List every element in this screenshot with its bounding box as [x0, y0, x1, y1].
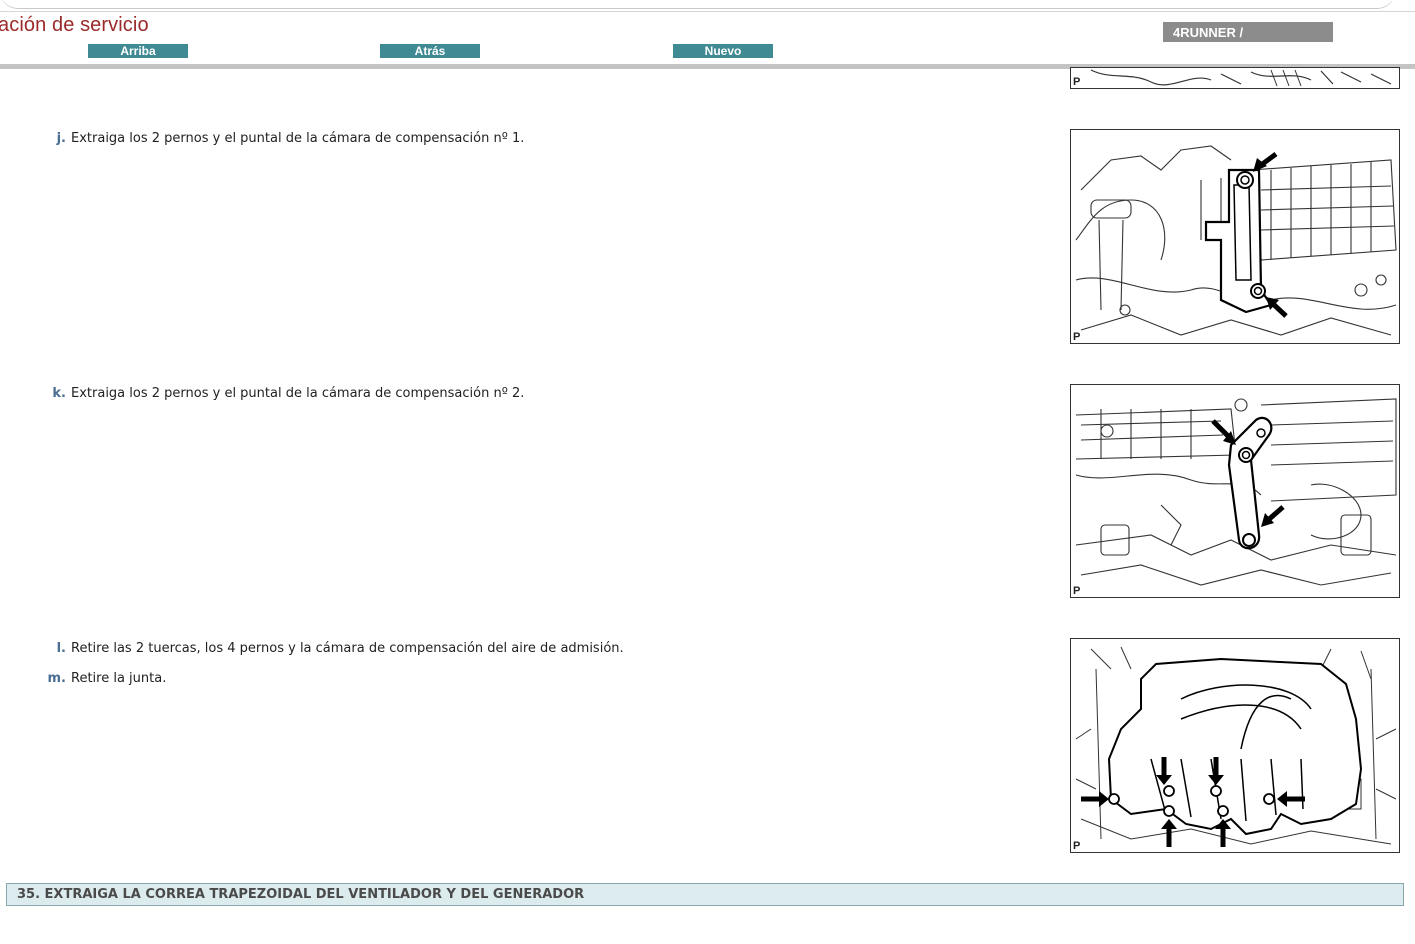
step-text: Extraiga los 2 pernos y el puntal de la …	[71, 386, 525, 401]
figure-strut-1: P	[1070, 129, 1400, 344]
step-letter: m.	[47, 671, 66, 686]
figure-surge-tank: P	[1070, 638, 1400, 853]
section-heading-35[interactable]: 35. EXTRAIGA LA CORREA TRAPEZOIDAL DEL V…	[6, 883, 1404, 906]
figure-label: P	[1073, 840, 1081, 852]
step-letter: k.	[52, 386, 66, 401]
step-text: Retire la junta.	[71, 671, 167, 686]
step-text: Retire las 2 tuercas, los 4 pernos y la …	[71, 641, 624, 656]
step-j: j. Extraiga los 2 pernos y el puntal de l…	[10, 131, 810, 147]
browser-top-strip	[0, 0, 1415, 12]
new-button[interactable]: Nuevo	[673, 44, 773, 58]
figure-previous-partial: P	[1070, 67, 1400, 89]
page-title: ación de servicio	[0, 14, 149, 36]
step-l: l. Retire las 2 tuercas, los 4 pernos y l…	[10, 641, 810, 657]
up-button[interactable]: Arriba	[88, 44, 188, 58]
model-badge: 4RUNNER /	[1163, 22, 1333, 42]
step-m: m. Retire la junta.	[10, 671, 810, 687]
figure-label: P	[1073, 76, 1081, 88]
figure-strut-2: P	[1070, 384, 1400, 598]
step-k: k. Extraiga los 2 pernos y el puntal de l…	[10, 386, 810, 402]
step-letter: j.	[56, 131, 66, 146]
step-text: Extraiga los 2 pernos y el puntal de la …	[71, 131, 525, 146]
figure-label: P	[1073, 585, 1081, 597]
figure-label: P	[1073, 331, 1081, 343]
back-button[interactable]: Atrás	[380, 44, 480, 58]
step-letter: l.	[56, 641, 66, 656]
